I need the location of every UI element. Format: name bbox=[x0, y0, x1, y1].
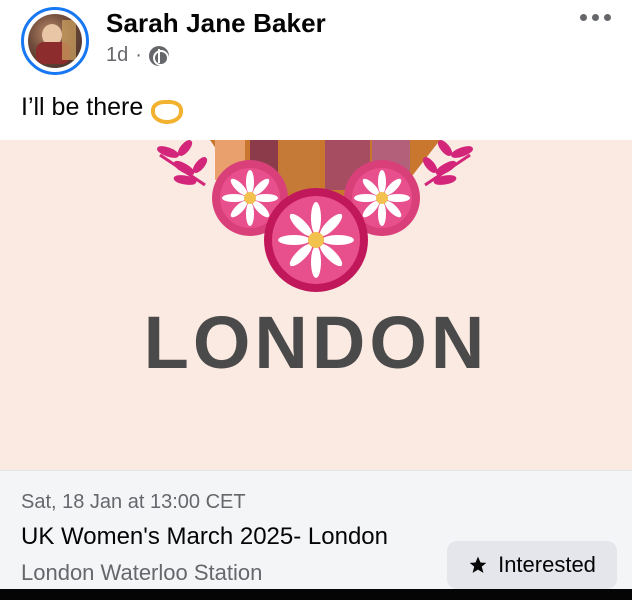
author-name[interactable]: Sarah Jane Baker bbox=[106, 8, 326, 39]
event-title[interactable]: UK Women's March 2025- London bbox=[21, 523, 388, 551]
event-date: Sat, 18 Jan at 13:00 CET bbox=[21, 491, 246, 513]
system-bottom-bar bbox=[0, 589, 632, 600]
interested-button[interactable]: Interested bbox=[447, 541, 617, 589]
post-timestamp[interactable]: 1d bbox=[106, 44, 128, 67]
banner-city-text: LONDON bbox=[143, 301, 489, 384]
heart-hands-emoji bbox=[149, 98, 184, 124]
post-meta: 1d · bbox=[106, 44, 169, 67]
more-options-icon[interactable] bbox=[580, 14, 616, 26]
event-location: London Waterloo Station bbox=[21, 560, 263, 585]
interested-label: Interested bbox=[498, 552, 596, 577]
event-card[interactable]: Sat, 18 Jan at 13:00 CET UK Women's Marc… bbox=[0, 470, 632, 590]
post-message: I’ll be there bbox=[21, 93, 144, 121]
avatar[interactable] bbox=[28, 14, 82, 68]
globe-icon[interactable] bbox=[148, 45, 169, 66]
flower-illustration bbox=[157, 140, 473, 292]
post-header: Sarah Jane Baker 1d · bbox=[0, 0, 632, 90]
event-cover-image[interactable]: LONDON bbox=[0, 140, 632, 470]
avatar-story-ring[interactable] bbox=[21, 7, 89, 75]
star-icon bbox=[469, 556, 487, 573]
post-text: I’ll be there bbox=[21, 93, 184, 124]
meta-separator: · bbox=[135, 44, 142, 66]
